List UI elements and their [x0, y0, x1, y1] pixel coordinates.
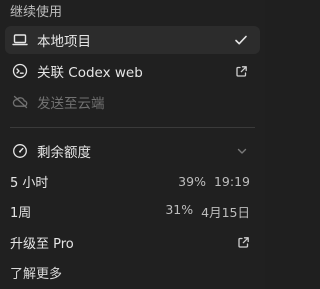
menu-item-local-project[interactable]: 本地项目 — [5, 26, 260, 54]
check-icon — [234, 33, 248, 47]
usage-reset-time: 19:19 — [213, 173, 250, 189]
upgrade-label: 升级至 Pro — [10, 236, 74, 252]
gauge-icon — [11, 142, 29, 160]
laptop-icon — [11, 31, 29, 49]
usage-percent: 31% — [165, 201, 194, 217]
divider — [10, 127, 255, 128]
usage-reset-time: 4月15日 — [201, 204, 250, 220]
section-title: 继续使用 — [10, 5, 63, 20]
usage-percent: 39% — [178, 173, 206, 189]
menu-panel: 继续使用 本地项目 关联 Codex web 发送至云端 剩余额度 5 小时 3… — [0, 0, 265, 289]
external-link-icon — [235, 65, 248, 78]
menu-item-label: 本地项目 — [37, 34, 91, 50]
usage-header[interactable]: 剩余额度 — [5, 137, 260, 165]
usage-row-1w: 1周 31% 4月15日 — [10, 200, 250, 222]
upgrade-link[interactable]: 升级至 Pro — [10, 231, 250, 253]
menu-item-send-to-cloud: 发送至云端 — [5, 88, 260, 116]
usage-row-label: 5 小时 — [10, 175, 49, 191]
menu-item-label: 发送至云端 — [37, 96, 105, 112]
usage-row-5h: 5 小时 39% 19:19 — [10, 170, 250, 192]
menu-item-codex-web[interactable]: 关联 Codex web — [5, 57, 260, 85]
terminal-circle-icon — [11, 62, 29, 80]
menu-item-label: 关联 Codex web — [37, 65, 143, 81]
cloud-off-icon — [11, 93, 29, 111]
usage-row-label: 1周 — [10, 205, 32, 221]
learn-more-link[interactable]: 了解更多 — [10, 263, 62, 282]
usage-title: 剩余额度 — [37, 145, 91, 161]
chevron-down-icon — [236, 145, 248, 157]
external-link-icon — [237, 236, 250, 249]
